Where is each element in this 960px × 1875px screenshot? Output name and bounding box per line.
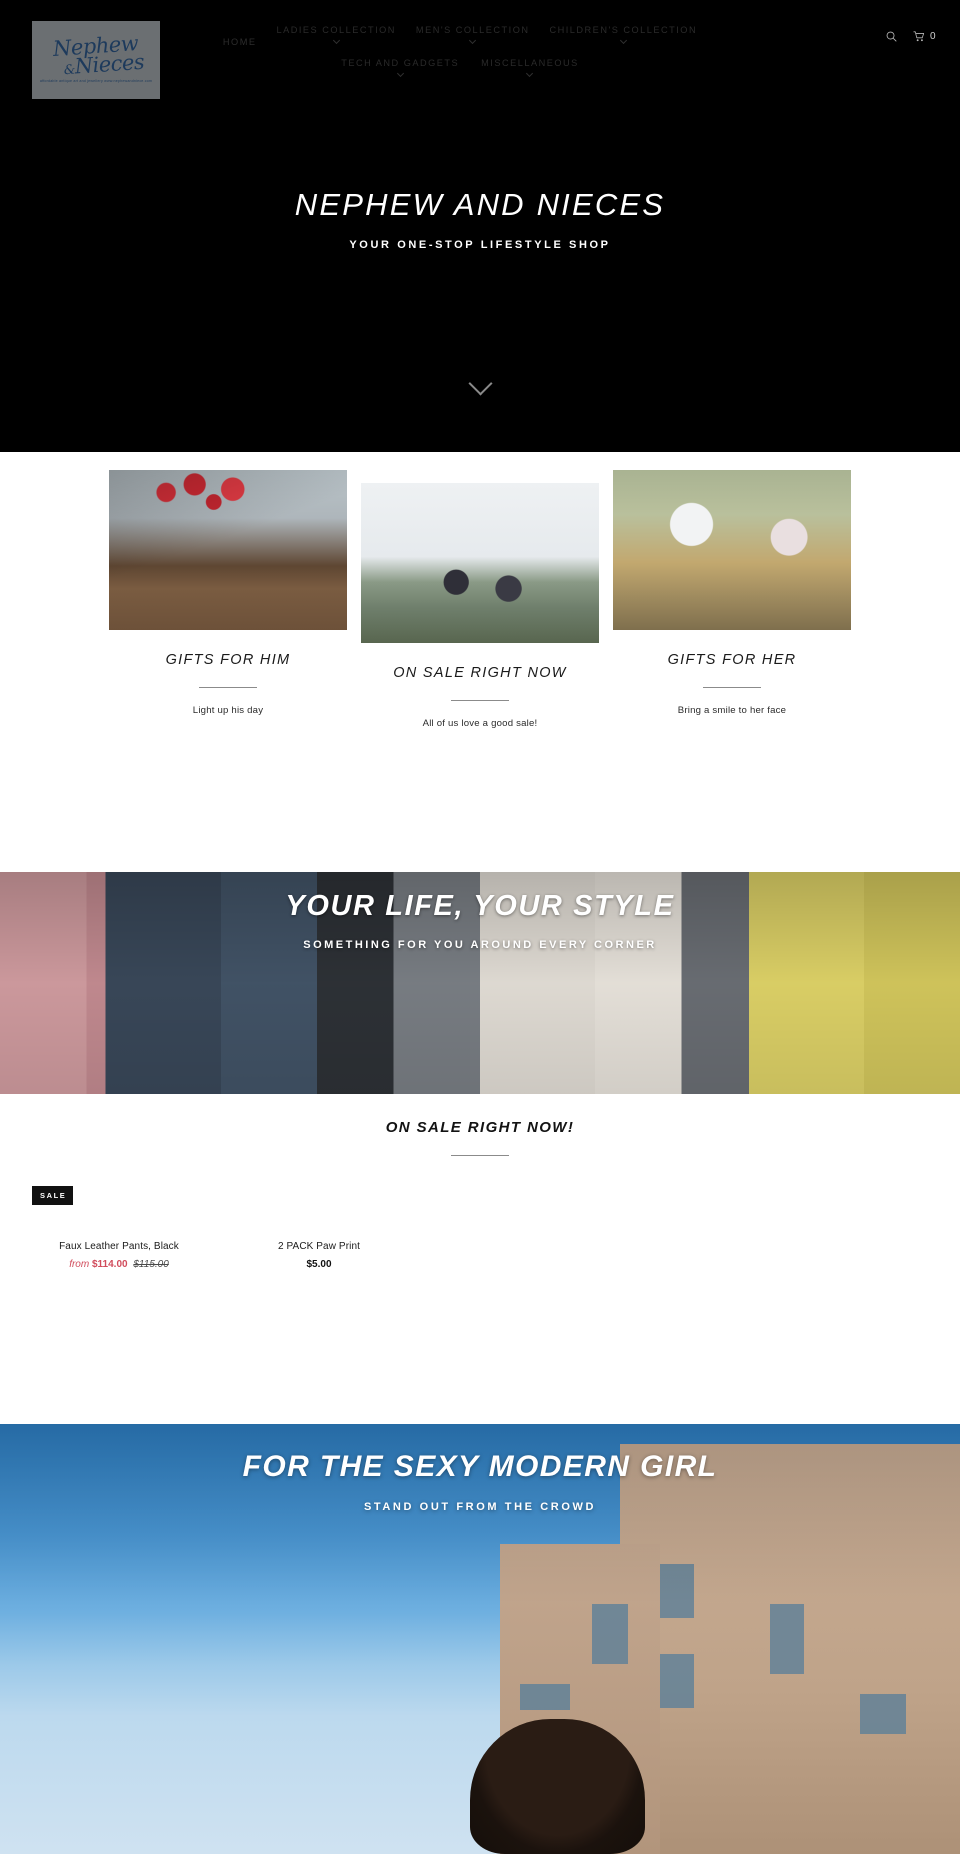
category-card-gifts-for-her[interactable]: GIFTS FOR HER Bring a smile to her face bbox=[613, 470, 851, 729]
category-card-description: All of us love a good sale! bbox=[422, 718, 538, 729]
logo-tagline: affordable antique art and jewellery www… bbox=[39, 78, 153, 83]
nav-label-tech-and-gadgets: TECH AND GADGETS bbox=[341, 58, 460, 69]
hero-section: NEPHEW AND NIECES YOUR ONE-STOP LIFESTYL… bbox=[0, 117, 960, 452]
price-current: $5.00 bbox=[306, 1259, 332, 1270]
nav-label-childrens-collection: CHILDREN'S COLLECTION bbox=[549, 25, 698, 35]
logo-line-2-text: Nieces bbox=[73, 50, 145, 79]
nav-item-ladies-collection[interactable]: LADIES COLLECTION bbox=[276, 25, 396, 45]
product-title: Faux Leather Pants, Black bbox=[59, 1241, 179, 1252]
divider bbox=[199, 687, 257, 688]
product-grid: SALE Faux Leather Pants, Black from $114… bbox=[0, 1156, 960, 1270]
category-card-description: Light up his day bbox=[192, 705, 264, 716]
nav-item-mens-collection[interactable]: MEN'S COLLECTION bbox=[415, 25, 530, 45]
nav-label-ladies-collection: LADIES COLLECTION bbox=[276, 25, 396, 35]
logo-ampersand: & bbox=[63, 63, 76, 79]
divider bbox=[703, 687, 761, 688]
chevron-down-icon bbox=[526, 71, 533, 78]
logo-wordmark: Nephew &Nieces bbox=[47, 31, 145, 79]
nav-row-primary: HOME LADIES COLLECTION MEN'S COLLECTION … bbox=[200, 25, 720, 47]
header-actions: 0 bbox=[886, 31, 936, 42]
modern-girl-banner-content: FOR THE SEXY MODERN GIRL STAND OUT FROM … bbox=[0, 1424, 960, 1854]
hero-title: NEPHEW AND NIECES bbox=[294, 187, 666, 222]
product-price: from $114.00 $115.00 bbox=[32, 1259, 206, 1270]
category-card-image[interactable] bbox=[109, 470, 347, 630]
product-card-faux-leather-pants[interactable]: SALE Faux Leather Pants, Black from $114… bbox=[32, 1186, 206, 1270]
search-icon[interactable] bbox=[886, 31, 897, 42]
category-cards-row: GIFTS FOR HIM Light up his day ON SALE R… bbox=[0, 470, 960, 729]
lifestyle-banner-subtitle: SOMETHING FOR YOU AROUND EVERY CORNER bbox=[303, 939, 657, 951]
nav-label-miscellaneous: MISCELLANEOUS bbox=[481, 58, 579, 69]
site-logo[interactable]: Nephew &Nieces affordable antique art an… bbox=[32, 21, 160, 99]
on-sale-heading: ON SALE RIGHT NOW! bbox=[385, 1119, 575, 1136]
nav-item-miscellaneous[interactable]: MISCELLANEOUS bbox=[481, 58, 579, 78]
price-from-label: from bbox=[69, 1259, 90, 1270]
lifestyle-banner-content: YOUR LIFE, YOUR STYLE SOMETHING FOR YOU … bbox=[0, 872, 960, 1094]
chevron-down-icon bbox=[333, 38, 340, 45]
lifestyle-banner-title: YOUR LIFE, YOUR STYLE bbox=[285, 890, 675, 922]
category-card-description: Bring a smile to her face bbox=[677, 705, 787, 716]
chevron-down-icon[interactable] bbox=[469, 375, 491, 397]
nav-item-childrens-collection[interactable]: CHILDREN'S COLLECTION bbox=[549, 25, 698, 45]
lifestyle-banner[interactable]: YOUR LIFE, YOUR STYLE SOMETHING FOR YOU … bbox=[0, 872, 960, 1094]
chevron-down-icon bbox=[397, 71, 404, 78]
category-cards-section: GIFTS FOR HIM Light up his day ON SALE R… bbox=[0, 452, 960, 872]
nav-item-home[interactable]: HOME bbox=[222, 37, 257, 47]
category-card-title: GIFTS FOR HIM bbox=[165, 652, 291, 668]
chevron-down-icon bbox=[469, 38, 476, 45]
site-header: Nephew &Nieces affordable antique art an… bbox=[0, 0, 960, 117]
hero-subtitle: YOUR ONE-STOP LIFESTYLE SHOP bbox=[349, 239, 611, 251]
price-current: $114.00 bbox=[91, 1259, 128, 1270]
cart-item-count: 0 bbox=[929, 31, 936, 42]
category-card-title: ON SALE RIGHT NOW bbox=[393, 665, 567, 681]
main-navigation: HOME LADIES COLLECTION MEN'S COLLECTION … bbox=[200, 25, 720, 78]
cart-button[interactable]: 0 bbox=[913, 31, 936, 42]
category-card-title: GIFTS FOR HER bbox=[667, 652, 797, 668]
divider bbox=[451, 700, 509, 701]
modern-girl-banner[interactable]: FOR THE SEXY MODERN GIRL STAND OUT FROM … bbox=[0, 1424, 960, 1854]
category-card-image[interactable] bbox=[361, 483, 599, 643]
status-badge: SALE bbox=[32, 1186, 74, 1205]
chevron-down-icon bbox=[620, 38, 627, 45]
product-price: $5.00 bbox=[232, 1259, 406, 1270]
category-card-image[interactable] bbox=[613, 470, 851, 630]
product-card-2-pack-paw-print[interactable]: 2 PACK Paw Print $5.00 bbox=[232, 1186, 406, 1270]
on-sale-section: ON SALE RIGHT NOW! SALE Faux Leather Pan… bbox=[0, 1094, 960, 1424]
nav-label-home: HOME bbox=[222, 37, 257, 47]
nav-row-secondary: TECH AND GADGETS MISCELLANEOUS bbox=[200, 58, 720, 78]
nav-label-mens-collection: MEN'S COLLECTION bbox=[415, 25, 530, 35]
category-card-on-sale-right-now[interactable]: ON SALE RIGHT NOW All of us love a good … bbox=[361, 483, 599, 729]
logo-line-2: &Nieces bbox=[63, 50, 145, 79]
price-original: $115.00 bbox=[133, 1259, 169, 1270]
modern-girl-banner-subtitle: STAND OUT FROM THE CROWD bbox=[363, 1501, 597, 1513]
category-card-gifts-for-him[interactable]: GIFTS FOR HIM Light up his day bbox=[109, 470, 347, 729]
product-title: 2 PACK Paw Print bbox=[277, 1241, 360, 1252]
modern-girl-banner-title: FOR THE SEXY MODERN GIRL bbox=[242, 1450, 718, 1483]
nav-item-tech-and-gadgets[interactable]: TECH AND GADGETS bbox=[341, 58, 460, 78]
